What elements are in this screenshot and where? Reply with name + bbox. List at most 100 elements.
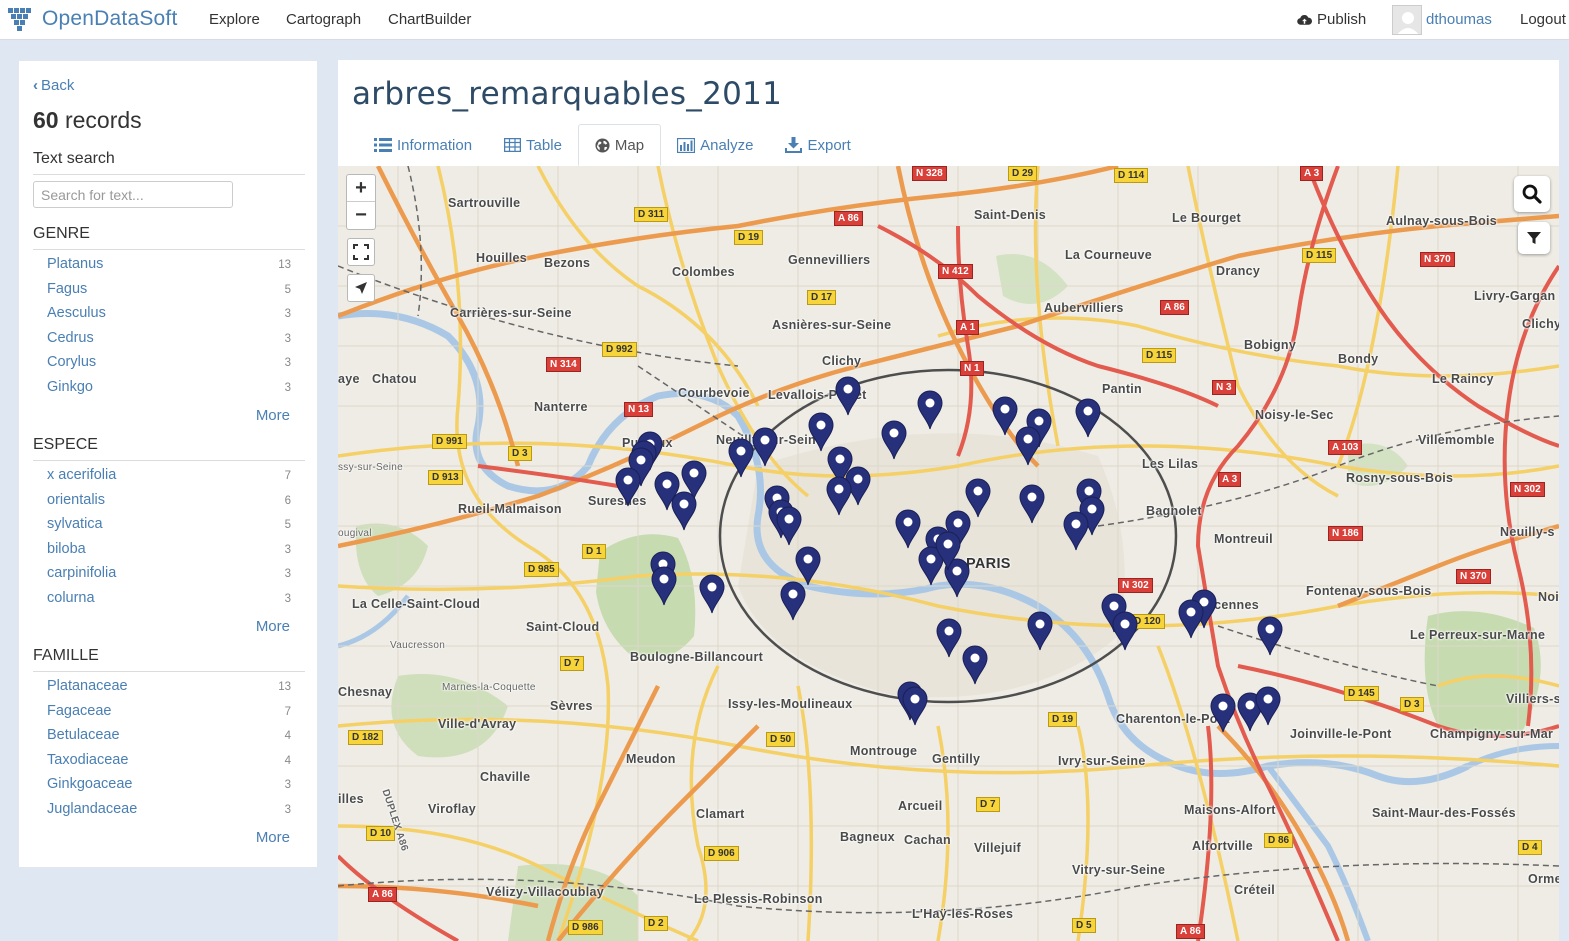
map-marker-icon[interactable] xyxy=(826,476,852,516)
map-place-label: Saint-Denis xyxy=(974,208,1047,222)
facet-item[interactable]: Corylus 3 xyxy=(47,354,291,379)
facet-item[interactable]: Ginkgoaceae 3 xyxy=(47,776,291,801)
facet-list-genre: Platanus 13 Fagus 5 Aesculus 3 Cedrus 3 Cory… xyxy=(47,256,291,404)
nav-explore[interactable]: Explore xyxy=(209,11,260,28)
facet-label: Cedrus xyxy=(47,329,94,346)
map-place-label: Rueil-Malmaison xyxy=(458,502,562,516)
nav-chartbuilder[interactable]: ChartBuilder xyxy=(388,11,471,28)
tab-export[interactable]: Export xyxy=(769,124,866,166)
map-marker-icon[interactable] xyxy=(795,546,821,586)
facet-item[interactable]: Taxodiaceae 4 xyxy=(47,752,291,777)
map-marker-icon[interactable] xyxy=(1063,511,1089,551)
map-marker-icon[interactable] xyxy=(1075,398,1101,438)
facet-count: 3 xyxy=(284,803,291,816)
map-marker-icon[interactable] xyxy=(1015,426,1041,466)
username-link[interactable]: dthoumas xyxy=(1426,11,1492,28)
more-genre-link[interactable]: More xyxy=(256,407,290,424)
facet-item[interactable]: Fagaceae 7 xyxy=(47,703,291,728)
map-view[interactable]: N 328 D 29 D 114 A 3 D 311 A 86 D 19 N 4… xyxy=(338,166,1559,941)
map-search-button[interactable] xyxy=(1514,176,1550,212)
facet-item[interactable]: biloba 3 xyxy=(47,541,291,566)
facet-item[interactable]: x acerifolia 7 xyxy=(47,467,291,492)
map-marker-icon[interactable] xyxy=(615,467,641,507)
facet-label: Platanaceae xyxy=(47,678,128,694)
facet-title-espece: ESPECE xyxy=(33,436,305,461)
map-place-label: Noisy-le-Sec xyxy=(1255,408,1334,422)
map-marker-icon[interactable] xyxy=(651,566,677,606)
back-link[interactable]: ‹ Back xyxy=(33,77,74,94)
filter-icon xyxy=(1527,232,1541,244)
facet-label: Corylus xyxy=(47,354,97,371)
facet-item[interactable]: orientalis 6 xyxy=(47,492,291,517)
facet-label: Aesculus xyxy=(47,305,106,322)
road-shield: N 302 xyxy=(1510,482,1545,497)
facet-item[interactable]: Ginkgo 3 xyxy=(47,379,291,404)
map-marker-icon[interactable] xyxy=(902,686,928,726)
map-marker-icon[interactable] xyxy=(699,574,725,614)
facet-item[interactable]: Platanaceae 13 xyxy=(47,678,291,703)
map-place-label: ssy-sur-Seine xyxy=(338,462,404,473)
facet-count: 3 xyxy=(284,381,291,394)
facet-item[interactable]: Fagus 5 xyxy=(47,281,291,306)
map-marker-icon[interactable] xyxy=(935,531,961,571)
facet-item[interactable]: Cedrus 3 xyxy=(47,330,291,355)
map-place-label: Gentilly xyxy=(932,752,981,766)
road-shield: D 3 xyxy=(508,446,532,461)
map-place-label: ougival xyxy=(338,528,372,539)
tab-information[interactable]: Information xyxy=(358,124,488,166)
map-marker-icon[interactable] xyxy=(1210,693,1236,733)
map-place-label: Saint-Maur-des-Fossés xyxy=(1372,806,1516,820)
map-place-label: aye xyxy=(338,372,360,386)
facet-item[interactable]: Platanus 13 xyxy=(47,256,291,281)
map-marker-icon[interactable] xyxy=(962,645,988,685)
map-marker-icon[interactable] xyxy=(895,509,921,549)
more-famille-link[interactable]: More xyxy=(256,829,290,846)
tab-table[interactable]: Table xyxy=(488,124,578,166)
map-marker-icon[interactable] xyxy=(776,506,802,546)
map-place-label: Cachan xyxy=(904,833,951,847)
map-marker-icon[interactable] xyxy=(917,390,943,430)
search-input[interactable] xyxy=(33,181,233,208)
road-shield: D 992 xyxy=(602,342,637,357)
map-marker-icon[interactable] xyxy=(881,420,907,460)
map-place-label: Les Lilas xyxy=(1142,457,1199,471)
map-marker-icon[interactable] xyxy=(671,491,697,531)
road-shield: D 115 xyxy=(1142,348,1177,363)
map-filter-button[interactable] xyxy=(1518,222,1550,254)
publish-button[interactable]: Publish xyxy=(1297,11,1366,28)
map-marker-icon[interactable] xyxy=(1255,686,1281,726)
facet-item[interactable]: sylvatica 5 xyxy=(47,516,291,541)
tab-map[interactable]: Map xyxy=(577,124,662,166)
facet-item[interactable]: Juglandaceae 3 xyxy=(47,801,291,826)
map-marker-icon[interactable] xyxy=(1112,611,1138,651)
map-marker-icon[interactable] xyxy=(1027,611,1053,651)
facet-item[interactable]: colurna 3 xyxy=(47,590,291,615)
map-marker-icon[interactable] xyxy=(936,618,962,658)
nav-cartograph[interactable]: Cartograph xyxy=(286,11,361,28)
avatar[interactable] xyxy=(1392,5,1422,35)
locate-button[interactable] xyxy=(347,274,375,302)
map-marker-icon[interactable] xyxy=(1178,599,1204,639)
fullscreen-button[interactable] xyxy=(347,238,375,266)
road-shield: A 86 xyxy=(368,887,397,902)
tab-analyze[interactable]: Analyze xyxy=(661,124,769,166)
facet-label: sylvatica xyxy=(47,516,103,533)
logout-link[interactable]: Logout xyxy=(1520,11,1566,28)
zoom-in-button[interactable]: + xyxy=(347,175,375,202)
facet-item[interactable]: Betulaceae 4 xyxy=(47,727,291,752)
logo[interactable]: OpenDataSoft xyxy=(6,4,178,34)
more-espece-link[interactable]: More xyxy=(256,618,290,635)
map-marker-icon[interactable] xyxy=(780,581,806,621)
facet-item[interactable]: carpinifolia 3 xyxy=(47,565,291,590)
road-shield: N 1 xyxy=(960,361,984,376)
zoom-out-button[interactable]: − xyxy=(347,202,375,229)
map-marker-icon[interactable] xyxy=(728,438,754,478)
facet-label: carpinifolia xyxy=(47,565,117,582)
facet-list-famille: Platanaceae 13 Fagaceae 7 Betulaceae 4 Taxo… xyxy=(47,678,291,826)
facet-count: 13 xyxy=(278,681,291,693)
map-marker-icon[interactable] xyxy=(1257,616,1283,656)
map-marker-icon[interactable] xyxy=(1019,484,1045,524)
facet-item[interactable]: Aesculus 3 xyxy=(47,305,291,330)
map-marker-icon[interactable] xyxy=(835,376,861,416)
map-marker-icon[interactable] xyxy=(752,427,778,467)
